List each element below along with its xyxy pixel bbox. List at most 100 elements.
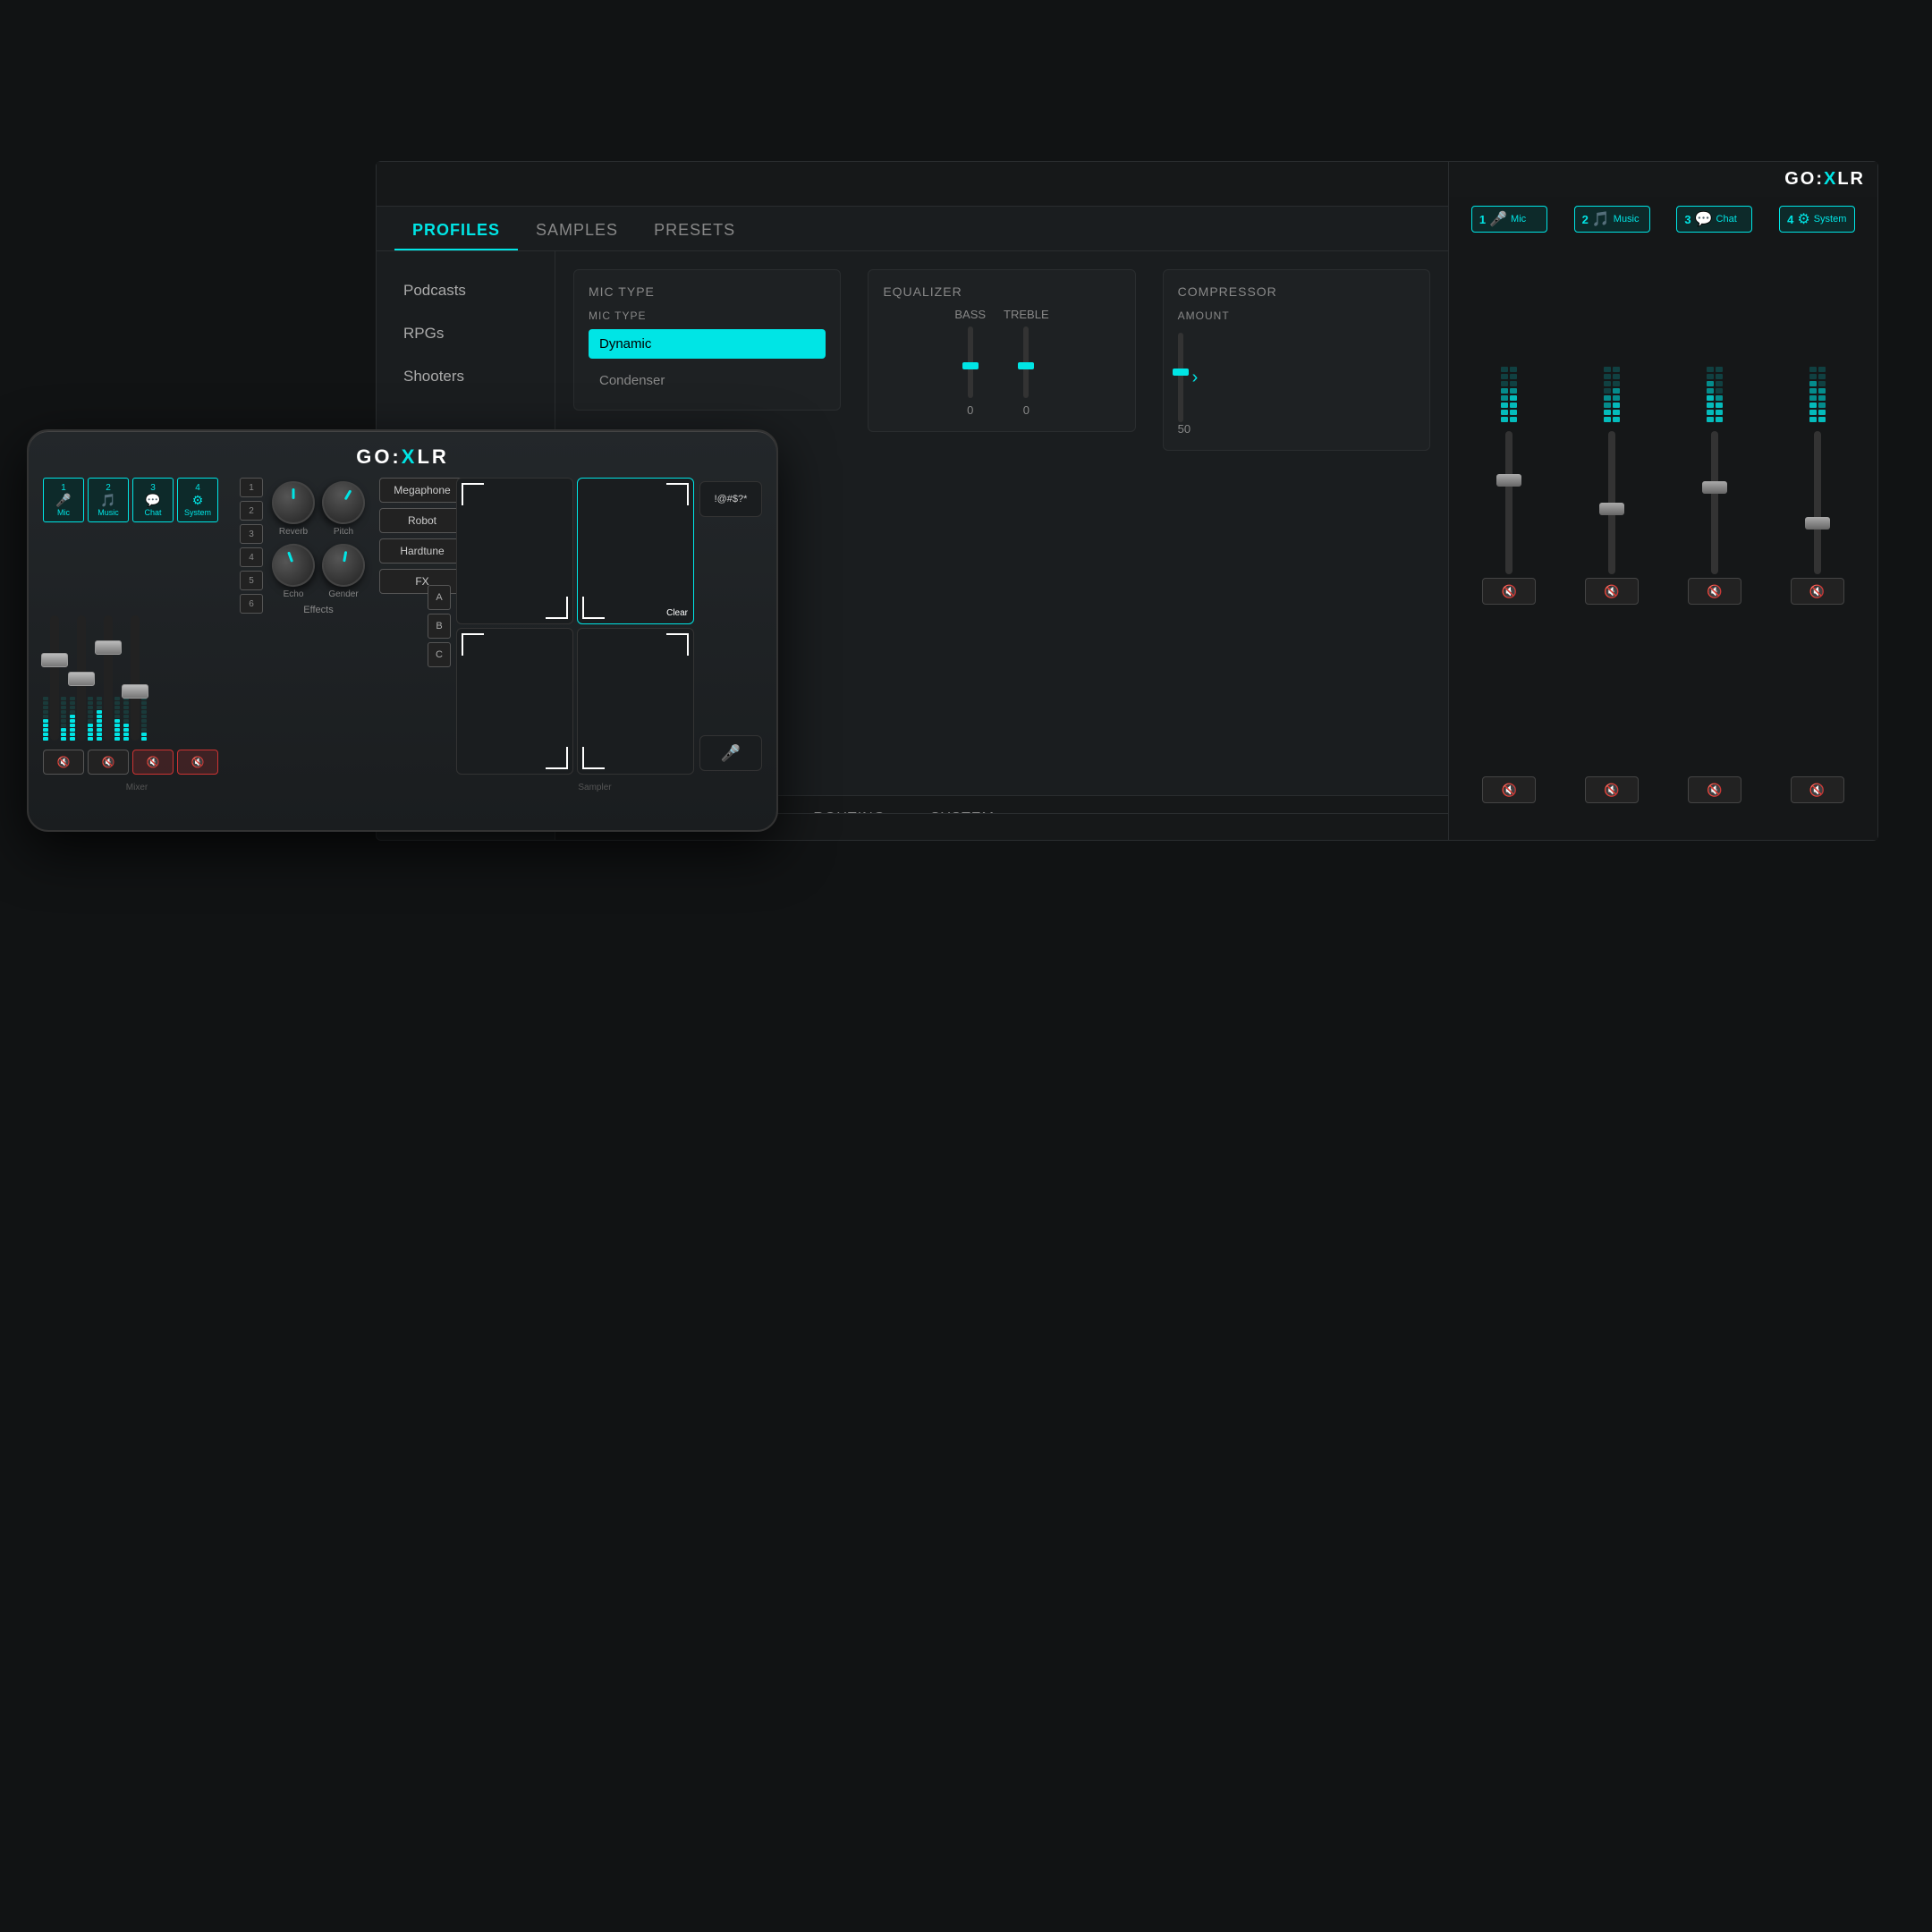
echo-knob[interactable]: [266, 538, 321, 593]
special-chars-btn[interactable]: !@#$?*: [699, 481, 762, 517]
hw-fader-4[interactable]: [131, 615, 140, 741]
seg: [1510, 417, 1517, 422]
seg: [1716, 367, 1723, 372]
treble-slider-wrap: TREBLE 0: [1004, 308, 1049, 417]
ch1-fader-handle[interactable]: [1496, 474, 1521, 487]
ch2-fader[interactable]: [1608, 431, 1615, 574]
tab-profiles[interactable]: PROFILES: [394, 212, 518, 250]
pitch-knob[interactable]: [314, 473, 373, 532]
bass-thumb[interactable]: [962, 362, 979, 369]
hw-ch4-icon: ⚙: [192, 493, 204, 508]
hw-fader-1-handle[interactable]: [41, 653, 68, 667]
gender-knob[interactable]: [318, 540, 369, 590]
sample-pad-2[interactable]: Clear: [577, 478, 694, 624]
reverb-knob-wrap: Reverb: [272, 481, 315, 537]
ch2-mute[interactable]: 🔇: [1585, 578, 1639, 605]
mic-type-condenser[interactable]: Condenser: [589, 366, 826, 395]
hw-fader-2[interactable]: [77, 615, 86, 741]
hw-mute-4[interactable]: 🔇: [177, 750, 218, 775]
sampler-row-a[interactable]: A: [428, 585, 451, 610]
comp-amount-value: 50: [1178, 422, 1415, 436]
sample-pad-4[interactable]: [577, 628, 694, 775]
s: [88, 733, 93, 736]
hw-fader-3-handle[interactable]: [95, 640, 122, 655]
sampler-row-c[interactable]: C: [428, 642, 451, 667]
comp-slider[interactable]: [1178, 333, 1183, 422]
ch4-mute[interactable]: 🔇: [1791, 578, 1844, 605]
ch1-fader[interactable]: [1505, 431, 1513, 574]
seg: [1613, 388, 1620, 394]
sample-pad-1[interactable]: [456, 478, 573, 624]
fx-btn-1[interactable]: 1: [240, 478, 263, 497]
fx-btn-3[interactable]: 3: [240, 524, 263, 544]
treble-slider[interactable]: [1023, 326, 1029, 398]
profile-rpgs[interactable]: RPGs: [377, 312, 555, 355]
hw-fader-2-handle[interactable]: [68, 672, 95, 686]
ch4-fader-handle[interactable]: [1805, 517, 1830, 530]
mute-btn-4[interactable]: 🔇: [1791, 776, 1844, 803]
fx-btn-5[interactable]: 5: [240, 571, 263, 590]
device-main: 1 🎤 Mic 2 🎵 Music 3 💬 Chat: [43, 478, 762, 794]
hw-mute-1[interactable]: 🔇: [43, 750, 84, 775]
pad-corner-br: [546, 747, 568, 769]
tab-samples[interactable]: SAMPLES: [518, 212, 636, 250]
mic-mute-btn[interactable]: 🎤: [699, 735, 762, 771]
seg: [1501, 410, 1508, 415]
profile-shooters[interactable]: Shooters: [377, 355, 555, 398]
s: [61, 697, 66, 700]
reverb-knob[interactable]: [272, 481, 315, 524]
seg: [1716, 388, 1723, 394]
ch3-mute[interactable]: 🔇: [1688, 578, 1741, 605]
mute-btn-1[interactable]: 🔇: [1482, 776, 1536, 803]
ch2-fader-handle[interactable]: [1599, 503, 1624, 515]
comp-thumb[interactable]: [1173, 369, 1189, 376]
ch4-fader[interactable]: [1814, 431, 1821, 574]
sampler-label: Sampler: [578, 783, 611, 792]
seg: [1510, 374, 1517, 379]
sampler-row-b[interactable]: B: [428, 614, 451, 639]
effects-section: 1 2 3 4 5 6 Reverb: [240, 478, 419, 794]
hw-ch1-label: 1 🎤 Mic: [43, 478, 84, 522]
seg: [1510, 395, 1517, 401]
profile-podcasts[interactable]: Podcasts: [377, 269, 555, 312]
ch1-mute[interactable]: 🔇: [1482, 578, 1536, 605]
ch3-fader-handle[interactable]: [1702, 481, 1727, 494]
s: [114, 701, 120, 705]
tab-presets[interactable]: PRESETS: [636, 212, 753, 250]
bass-slider[interactable]: [968, 326, 973, 398]
mute-btn-3[interactable]: 🔇: [1688, 776, 1741, 803]
s: [141, 715, 147, 718]
seg: [1818, 395, 1826, 401]
s: [97, 733, 102, 736]
s: [97, 737, 102, 741]
s: [70, 728, 75, 732]
mic-type-dynamic[interactable]: Dynamic: [589, 329, 826, 359]
s: [141, 701, 147, 705]
s: [88, 706, 93, 709]
treble-thumb[interactable]: [1018, 362, 1034, 369]
mic-type-list: Dynamic Condenser: [589, 329, 826, 395]
hw-fader-1[interactable]: [50, 615, 59, 741]
fx-btn-4[interactable]: 4: [240, 547, 263, 567]
hw-mute-2[interactable]: 🔇: [88, 750, 129, 775]
ch3-fader[interactable]: [1711, 431, 1718, 574]
vu-bar-3b: [1716, 367, 1723, 422]
comp-expand-button[interactable]: ›: [1192, 368, 1199, 388]
mute-btn-2[interactable]: 🔇: [1585, 776, 1639, 803]
s: [97, 701, 102, 705]
s: [43, 710, 48, 714]
s: [70, 701, 75, 705]
sample-pad-3[interactable]: [456, 628, 573, 775]
seg: [1809, 374, 1817, 379]
hw-fader-4-handle[interactable]: [122, 684, 148, 699]
hw-mute-3[interactable]: 🔇: [132, 750, 174, 775]
s: [114, 724, 120, 727]
fx-btn-2[interactable]: 2: [240, 501, 263, 521]
treble-label: TREBLE: [1004, 308, 1049, 321]
hw-fader-3[interactable]: [104, 615, 113, 741]
s: [88, 697, 93, 700]
sampler-row-buttons: A B C: [428, 478, 451, 775]
seg: [1604, 417, 1611, 422]
fx-btn-6[interactable]: 6: [240, 594, 263, 614]
s: [61, 706, 66, 709]
